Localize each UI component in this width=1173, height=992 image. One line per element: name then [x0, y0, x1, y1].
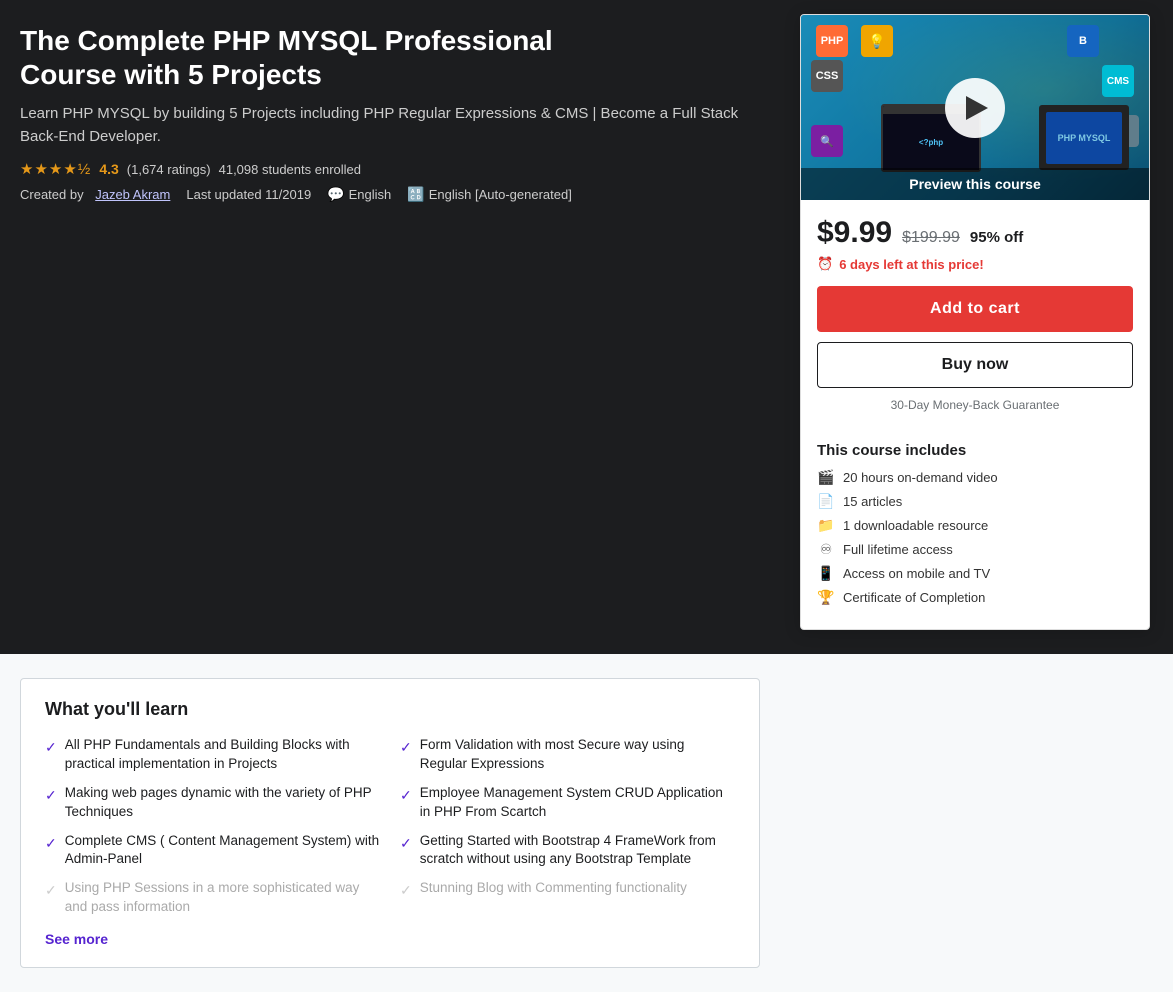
- buy-now-button[interactable]: Buy now: [817, 342, 1133, 388]
- course-title: The Complete PHP MYSQL Professional Cour…: [20, 24, 780, 91]
- learn-item-right-3: Stunning Blog with Commenting functional…: [420, 879, 687, 898]
- includes-section: This course includes 🎬 20 hours on-deman…: [801, 434, 1149, 629]
- includes-item-3: Full lifetime access: [843, 542, 953, 557]
- check-icon-0: ✓: [45, 738, 57, 758]
- header-section: The Complete PHP MYSQL Professional Cour…: [0, 0, 1173, 654]
- original-price: $199.99: [902, 229, 960, 247]
- list-item: ✓ Making web pages dynamic with the vari…: [45, 784, 380, 822]
- learn-item-left-0: All PHP Fundamentals and Building Blocks…: [65, 736, 380, 774]
- rating-count: (1,674 ratings): [127, 162, 211, 177]
- created-by-label: Created by: [20, 187, 84, 202]
- timer-text: 6 days left at this price!: [839, 257, 984, 272]
- rating-row: ★★★★½ 4.3 (1,674 ratings) 41,098 student…: [20, 160, 780, 178]
- includes-item-4: Access on mobile and TV: [843, 566, 990, 581]
- list-item: ✓ Getting Started with Bootstrap 4 Frame…: [400, 832, 735, 870]
- see-more-link[interactable]: See more: [45, 931, 108, 947]
- add-to-cart-button[interactable]: Add to cart: [817, 286, 1133, 332]
- check-icon-r2: ✓: [400, 834, 412, 854]
- learn-grid: ✓ All PHP Fundamentals and Building Bloc…: [45, 736, 735, 917]
- video-icon: 🎬: [817, 469, 835, 486]
- learn-item-left-1: Making web pages dynamic with the variet…: [65, 784, 380, 822]
- list-item: ✓ Stunning Blog with Commenting function…: [400, 879, 735, 901]
- list-item: 📁 1 downloadable resource: [817, 517, 1133, 534]
- last-updated: Last updated 11/2019: [186, 187, 311, 202]
- learn-item-left-3: Using PHP Sessions in a more sophisticat…: [65, 879, 380, 917]
- article-icon: 📄: [817, 493, 835, 510]
- learn-item-left-2: Complete CMS ( Content Management System…: [65, 832, 380, 870]
- list-item: ✓ Form Validation with most Secure way u…: [400, 736, 735, 774]
- creator-link[interactable]: Jazeb Akram: [95, 187, 170, 202]
- meta-row: Created by Jazeb Akram Last updated 11/2…: [20, 186, 780, 203]
- list-item: ✓ Using PHP Sessions in a more sophistic…: [45, 879, 380, 917]
- learn-item-right-1: Employee Management System CRUD Applicat…: [420, 784, 735, 822]
- course-description: Learn PHP MYSQL by building 5 Projects i…: [20, 103, 780, 148]
- preview-card: PHP 💡 B CMS CSS ⚙ 🔍 PHP MYSQL <?php: [800, 14, 1150, 630]
- mobile-icon: 📱: [817, 565, 835, 582]
- check-icon-r1: ✓: [400, 786, 412, 806]
- learn-items-right: ✓ Form Validation with most Secure way u…: [400, 736, 735, 917]
- list-item: 🎬 20 hours on-demand video: [817, 469, 1133, 486]
- infinity-icon: ♾: [817, 541, 835, 558]
- list-item: ♾ Full lifetime access: [817, 541, 1133, 558]
- guarantee-text: 30-Day Money-Back Guarantee: [817, 398, 1133, 412]
- includes-item-2: 1 downloadable resource: [843, 518, 988, 533]
- cc-icon: 🔠: [407, 186, 424, 203]
- learn-section: What you'll learn ✓ All PHP Fundamentals…: [20, 678, 760, 968]
- check-icon-1: ✓: [45, 786, 57, 806]
- check-icon-2: ✓: [45, 834, 57, 854]
- language-info: 💬 English: [327, 186, 391, 203]
- check-icon-r0: ✓: [400, 738, 412, 758]
- includes-list: 🎬 20 hours on-demand video 📄 15 articles…: [817, 469, 1133, 606]
- video-thumbnail[interactable]: PHP 💡 B CMS CSS ⚙ 🔍 PHP MYSQL <?php: [801, 15, 1149, 200]
- rating-value: 4.3: [99, 161, 118, 177]
- includes-item-0: 20 hours on-demand video: [843, 470, 998, 485]
- list-item: 🏆 Certificate of Completion: [817, 589, 1133, 606]
- current-price: $9.99: [817, 216, 892, 250]
- discount-badge: 95% off: [970, 229, 1023, 246]
- includes-item-5: Certificate of Completion: [843, 590, 985, 605]
- captions-text: English [Auto-generated]: [429, 187, 572, 202]
- list-item: ✓ Complete CMS ( Content Management Syst…: [45, 832, 380, 870]
- download-icon: 📁: [817, 517, 835, 534]
- price-row: $9.99 $199.99 95% off: [817, 216, 1133, 250]
- preview-label: Preview this course: [801, 168, 1149, 200]
- play-button[interactable]: [945, 78, 1005, 138]
- list-item: 📄 15 articles: [817, 493, 1133, 510]
- includes-title: This course includes: [817, 442, 1133, 459]
- captions-info: 🔠 English [Auto-generated]: [407, 186, 572, 203]
- certificate-icon: 🏆: [817, 589, 835, 606]
- speech-icon: 💬: [327, 186, 344, 203]
- check-icon-r3: ✓: [400, 881, 412, 901]
- learn-items-left: ✓ All PHP Fundamentals and Building Bloc…: [45, 736, 380, 917]
- clock-icon: ⏰: [817, 256, 833, 272]
- enrolled-count: 41,098 students enrolled: [219, 162, 361, 177]
- list-item: ✓ Employee Management System CRUD Applic…: [400, 784, 735, 822]
- list-item: 📱 Access on mobile and TV: [817, 565, 1133, 582]
- play-triangle-icon: [966, 96, 988, 120]
- learn-item-right-2: Getting Started with Bootstrap 4 FrameWo…: [420, 832, 735, 870]
- learn-item-right-0: Form Validation with most Secure way usi…: [420, 736, 735, 774]
- language-text: English: [349, 187, 392, 202]
- header-left: The Complete PHP MYSQL Professional Cour…: [20, 24, 780, 203]
- list-item: ✓ All PHP Fundamentals and Building Bloc…: [45, 736, 380, 774]
- main-content: What you'll learn ✓ All PHP Fundamentals…: [0, 654, 1173, 992]
- creator-info: Created by Jazeb Akram: [20, 187, 170, 202]
- check-icon-3: ✓: [45, 881, 57, 901]
- star-icons: ★★★★½: [20, 160, 91, 178]
- learn-box: What you'll learn ✓ All PHP Fundamentals…: [20, 678, 760, 968]
- learn-title: What you'll learn: [45, 699, 735, 720]
- includes-item-1: 15 articles: [843, 494, 902, 509]
- price-section: $9.99 $199.99 95% off ⏰ 6 days left at t…: [801, 200, 1149, 434]
- timer-row: ⏰ 6 days left at this price!: [817, 256, 1133, 272]
